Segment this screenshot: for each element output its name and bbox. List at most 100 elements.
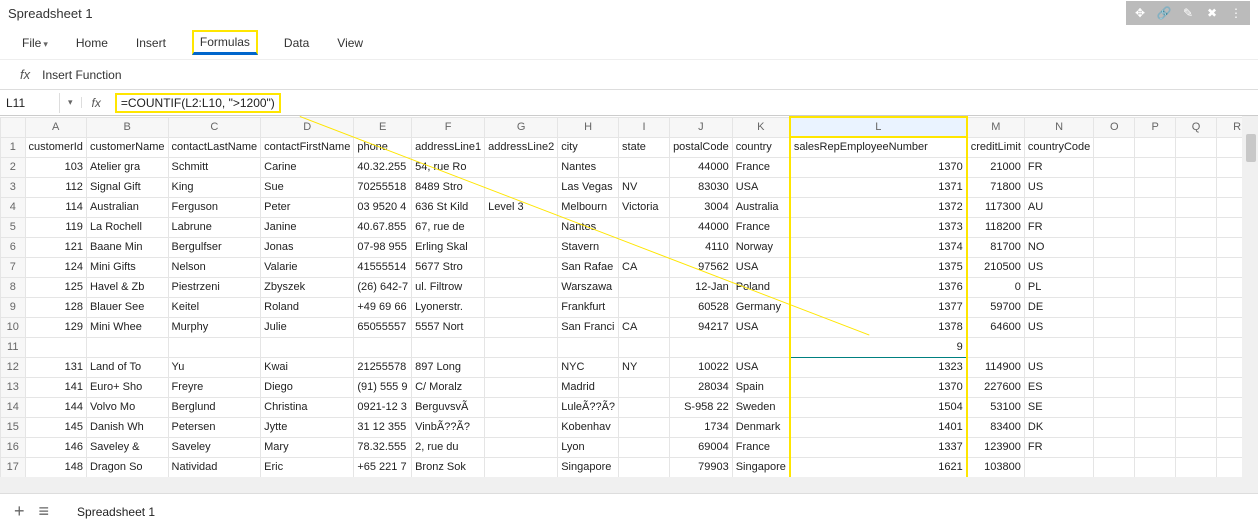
cell-F3[interactable]: 8489 Stro xyxy=(412,177,485,197)
cell-P10[interactable] xyxy=(1135,317,1176,337)
cell-E6[interactable]: 07-98 955 xyxy=(354,237,412,257)
cell-J8[interactable]: 12-Jan xyxy=(670,277,733,297)
cell-C9[interactable]: Keitel xyxy=(168,297,261,317)
cell-E8[interactable]: (26) 642-7 xyxy=(354,277,412,297)
cell-G12[interactable] xyxy=(485,357,558,377)
cell-L17[interactable]: 1621 xyxy=(790,457,967,477)
cell-J2[interactable]: 44000 xyxy=(670,157,733,177)
cell-J14[interactable]: S-958 22 xyxy=(670,397,733,417)
cell-H17[interactable]: Singapore xyxy=(558,457,619,477)
cell-Q3[interactable] xyxy=(1175,177,1216,197)
cell-C11[interactable] xyxy=(168,337,261,357)
cell-F6[interactable]: Erling Skal xyxy=(412,237,485,257)
cell-A1[interactable]: customerId xyxy=(25,137,86,157)
menu-insert[interactable]: Insert xyxy=(134,32,168,54)
row-header-12[interactable]: 12 xyxy=(1,357,26,377)
cell-D8[interactable]: Zbyszek xyxy=(261,277,354,297)
cell-D11[interactable] xyxy=(261,337,354,357)
cell-P17[interactable] xyxy=(1135,457,1176,477)
cell-F4[interactable]: 636 St Kild xyxy=(412,197,485,217)
cell-E16[interactable]: 78.32.555 xyxy=(354,437,412,457)
move-icon[interactable]: ✥ xyxy=(1128,3,1152,23)
cell-G2[interactable] xyxy=(485,157,558,177)
cell-M2[interactable]: 21000 xyxy=(967,157,1025,177)
cell-M16[interactable]: 123900 xyxy=(967,437,1025,457)
cell-M4[interactable]: 117300 xyxy=(967,197,1025,217)
cell-I17[interactable] xyxy=(619,457,670,477)
cell-L5[interactable]: 1373 xyxy=(790,217,967,237)
cell-J6[interactable]: 4110 xyxy=(670,237,733,257)
cell-H10[interactable]: San Franci xyxy=(558,317,619,337)
row-header-3[interactable]: 3 xyxy=(1,177,26,197)
cell-O2[interactable] xyxy=(1094,157,1135,177)
cell-F10[interactable]: 5557 Nort xyxy=(412,317,485,337)
formula-bar[interactable]: =COUNTIF(L2:L10, ">1200") xyxy=(111,90,1258,116)
cell-Q8[interactable] xyxy=(1175,277,1216,297)
cell-O4[interactable] xyxy=(1094,197,1135,217)
cell-A11[interactable] xyxy=(25,337,86,357)
cell-H11[interactable] xyxy=(558,337,619,357)
cell-Q7[interactable] xyxy=(1175,257,1216,277)
cell-B6[interactable]: Baane Min xyxy=(86,237,168,257)
cell-K8[interactable]: Poland xyxy=(732,277,790,297)
link-icon[interactable]: 🔗 xyxy=(1152,3,1176,23)
cell-E10[interactable]: 65055557 xyxy=(354,317,412,337)
cell-L6[interactable]: 1374 xyxy=(790,237,967,257)
cell-C4[interactable]: Ferguson xyxy=(168,197,261,217)
cell-I2[interactable] xyxy=(619,157,670,177)
cell-J12[interactable]: 10022 xyxy=(670,357,733,377)
cell-F13[interactable]: C/ Moralz xyxy=(412,377,485,397)
settings-icon[interactable]: ✖ xyxy=(1200,3,1224,23)
cell-I16[interactable] xyxy=(619,437,670,457)
cell-B4[interactable]: Australian xyxy=(86,197,168,217)
cell-C16[interactable]: Saveley xyxy=(168,437,261,457)
cell-N16[interactable]: FR xyxy=(1024,437,1093,457)
cell-C5[interactable]: Labrune xyxy=(168,217,261,237)
cell-H2[interactable]: Nantes xyxy=(558,157,619,177)
cell-C10[interactable]: Murphy xyxy=(168,317,261,337)
col-header-J[interactable]: J xyxy=(670,117,733,137)
cell-I3[interactable]: NV xyxy=(619,177,670,197)
cell-P4[interactable] xyxy=(1135,197,1176,217)
cell-P7[interactable] xyxy=(1135,257,1176,277)
cell-A4[interactable]: 114 xyxy=(25,197,86,217)
menu-data[interactable]: Data xyxy=(282,32,311,54)
cell-Q17[interactable] xyxy=(1175,457,1216,477)
cell-D1[interactable]: contactFirstName xyxy=(261,137,354,157)
cell-G17[interactable] xyxy=(485,457,558,477)
cell-G4[interactable]: Level 3 xyxy=(485,197,558,217)
cell-A2[interactable]: 103 xyxy=(25,157,86,177)
cell-B9[interactable]: Blauer See xyxy=(86,297,168,317)
col-header-I[interactable]: I xyxy=(619,117,670,137)
cell-Q13[interactable] xyxy=(1175,377,1216,397)
cell-J3[interactable]: 83030 xyxy=(670,177,733,197)
cell-D5[interactable]: Janine xyxy=(261,217,354,237)
cell-A15[interactable]: 145 xyxy=(25,417,86,437)
cell-B12[interactable]: Land of To xyxy=(86,357,168,377)
col-header-H[interactable]: H xyxy=(558,117,619,137)
cell-H4[interactable]: Melbourn xyxy=(558,197,619,217)
cell-H6[interactable]: Stavern xyxy=(558,237,619,257)
cell-K6[interactable]: Norway xyxy=(732,237,790,257)
cell-J10[interactable]: 94217 xyxy=(670,317,733,337)
row-header-14[interactable]: 14 xyxy=(1,397,26,417)
cell-C15[interactable]: Petersen xyxy=(168,417,261,437)
cell-P15[interactable] xyxy=(1135,417,1176,437)
cell-B13[interactable]: Euro+ Sho xyxy=(86,377,168,397)
cell-G11[interactable] xyxy=(485,337,558,357)
cell-N4[interactable]: AU xyxy=(1024,197,1093,217)
cell-C14[interactable]: Berglund xyxy=(168,397,261,417)
col-header-N[interactable]: N xyxy=(1024,117,1093,137)
cell-E1[interactable]: phone xyxy=(354,137,412,157)
col-header-F[interactable]: F xyxy=(412,117,485,137)
cell-L2[interactable]: 1370 xyxy=(790,157,967,177)
add-sheet-button[interactable]: + xyxy=(14,501,25,522)
sheet-list-button[interactable]: ≡ xyxy=(39,501,50,522)
cell-M12[interactable]: 114900 xyxy=(967,357,1025,377)
cell-D4[interactable]: Peter xyxy=(261,197,354,217)
cell-F12[interactable]: 897 Long xyxy=(412,357,485,377)
cell-H3[interactable]: Las Vegas xyxy=(558,177,619,197)
cell-G5[interactable] xyxy=(485,217,558,237)
vertical-scrollbar[interactable] xyxy=(1242,116,1258,477)
cell-I10[interactable]: CA xyxy=(619,317,670,337)
